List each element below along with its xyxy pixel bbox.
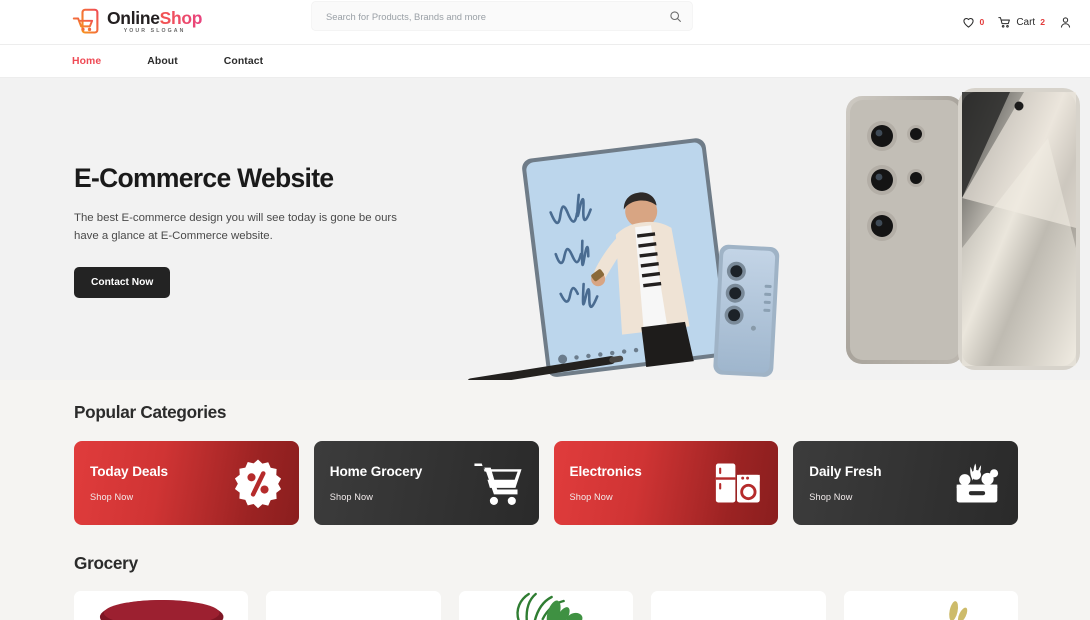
search-input[interactable] — [326, 10, 669, 22]
logo-slogan: YOUR SLOGAN — [123, 27, 186, 34]
green-vegetables-image — [458, 591, 634, 620]
hero-copy: E-Commerce Website The best E-commerce d… — [74, 163, 434, 299]
white-product-image-2 — [651, 591, 826, 620]
product-card[interactable] — [74, 591, 249, 620]
hero-image — [430, 78, 1090, 380]
cart-button[interactable]: Cart 2 — [998, 16, 1045, 29]
shopping-cart-icon — [472, 457, 524, 509]
appliances-icon — [711, 457, 763, 509]
discount-badge-icon — [232, 457, 284, 509]
light-product-image — [843, 591, 1018, 620]
hero-title: E-Commerce Website — [74, 163, 334, 193]
search-icon[interactable] — [669, 10, 682, 23]
popular-categories-title: Popular Categories — [74, 402, 227, 422]
grocery-title: Grocery — [74, 553, 138, 573]
product-card[interactable] — [651, 591, 826, 620]
main-navigation: Home About Contact — [0, 44, 1090, 78]
vegetable-basket-icon — [951, 457, 1003, 509]
grocery-section: Grocery — [0, 525, 1090, 620]
logo-name-primary: Online — [107, 8, 160, 29]
nav-item-home[interactable]: Home — [72, 56, 101, 67]
product-card[interactable] — [458, 591, 634, 620]
popular-categories-section: Popular Categories Today Deals Shop Now … — [0, 380, 1090, 525]
cart-screen-logo-icon — [72, 8, 100, 36]
wishlist-button[interactable]: 0 — [962, 16, 985, 29]
cart-label: Cart — [1016, 16, 1036, 28]
category-card-electronics[interactable]: Electronics Shop Now — [553, 441, 779, 525]
logo-name-accent: Shop — [159, 8, 203, 29]
hero-subtitle: The best E-commerce design you will see … — [74, 212, 397, 243]
category-card-home-grocery[interactable]: Home Grocery Shop Now — [313, 441, 539, 525]
nav-item-about[interactable]: About — [147, 56, 178, 67]
contact-now-button[interactable]: Contact Now — [74, 267, 171, 299]
site-logo[interactable]: OnlineShop YOUR SLOGAN — [72, 8, 202, 36]
red-product-image — [74, 591, 249, 620]
header-actions: 0 Cart 2 — [962, 16, 1072, 29]
hero-banner: E-Commerce Website The best E-commerce d… — [0, 78, 1090, 380]
category-card-today-deals[interactable]: Today Deals Shop Now — [74, 441, 299, 525]
wishlist-count: 0 — [979, 17, 985, 27]
product-card[interactable] — [843, 591, 1018, 620]
white-product-image — [266, 591, 441, 620]
cart-count: 2 — [1040, 17, 1045, 27]
product-card[interactable] — [266, 591, 441, 620]
grocery-product-grid — [74, 591, 1018, 620]
site-header: OnlineShop YOUR SLOGAN 0 — [0, 0, 1090, 44]
user-icon — [1059, 16, 1072, 29]
category-grid: Today Deals Shop Now Home Grocery Shop N… — [74, 441, 1018, 525]
account-button[interactable] — [1059, 16, 1072, 29]
nav-item-contact[interactable]: Contact — [224, 56, 263, 67]
heart-icon — [962, 16, 975, 29]
search-bar[interactable] — [312, 2, 692, 30]
cart-icon — [998, 16, 1011, 29]
category-card-daily-fresh[interactable]: Daily Fresh Shop Now — [793, 441, 1018, 525]
